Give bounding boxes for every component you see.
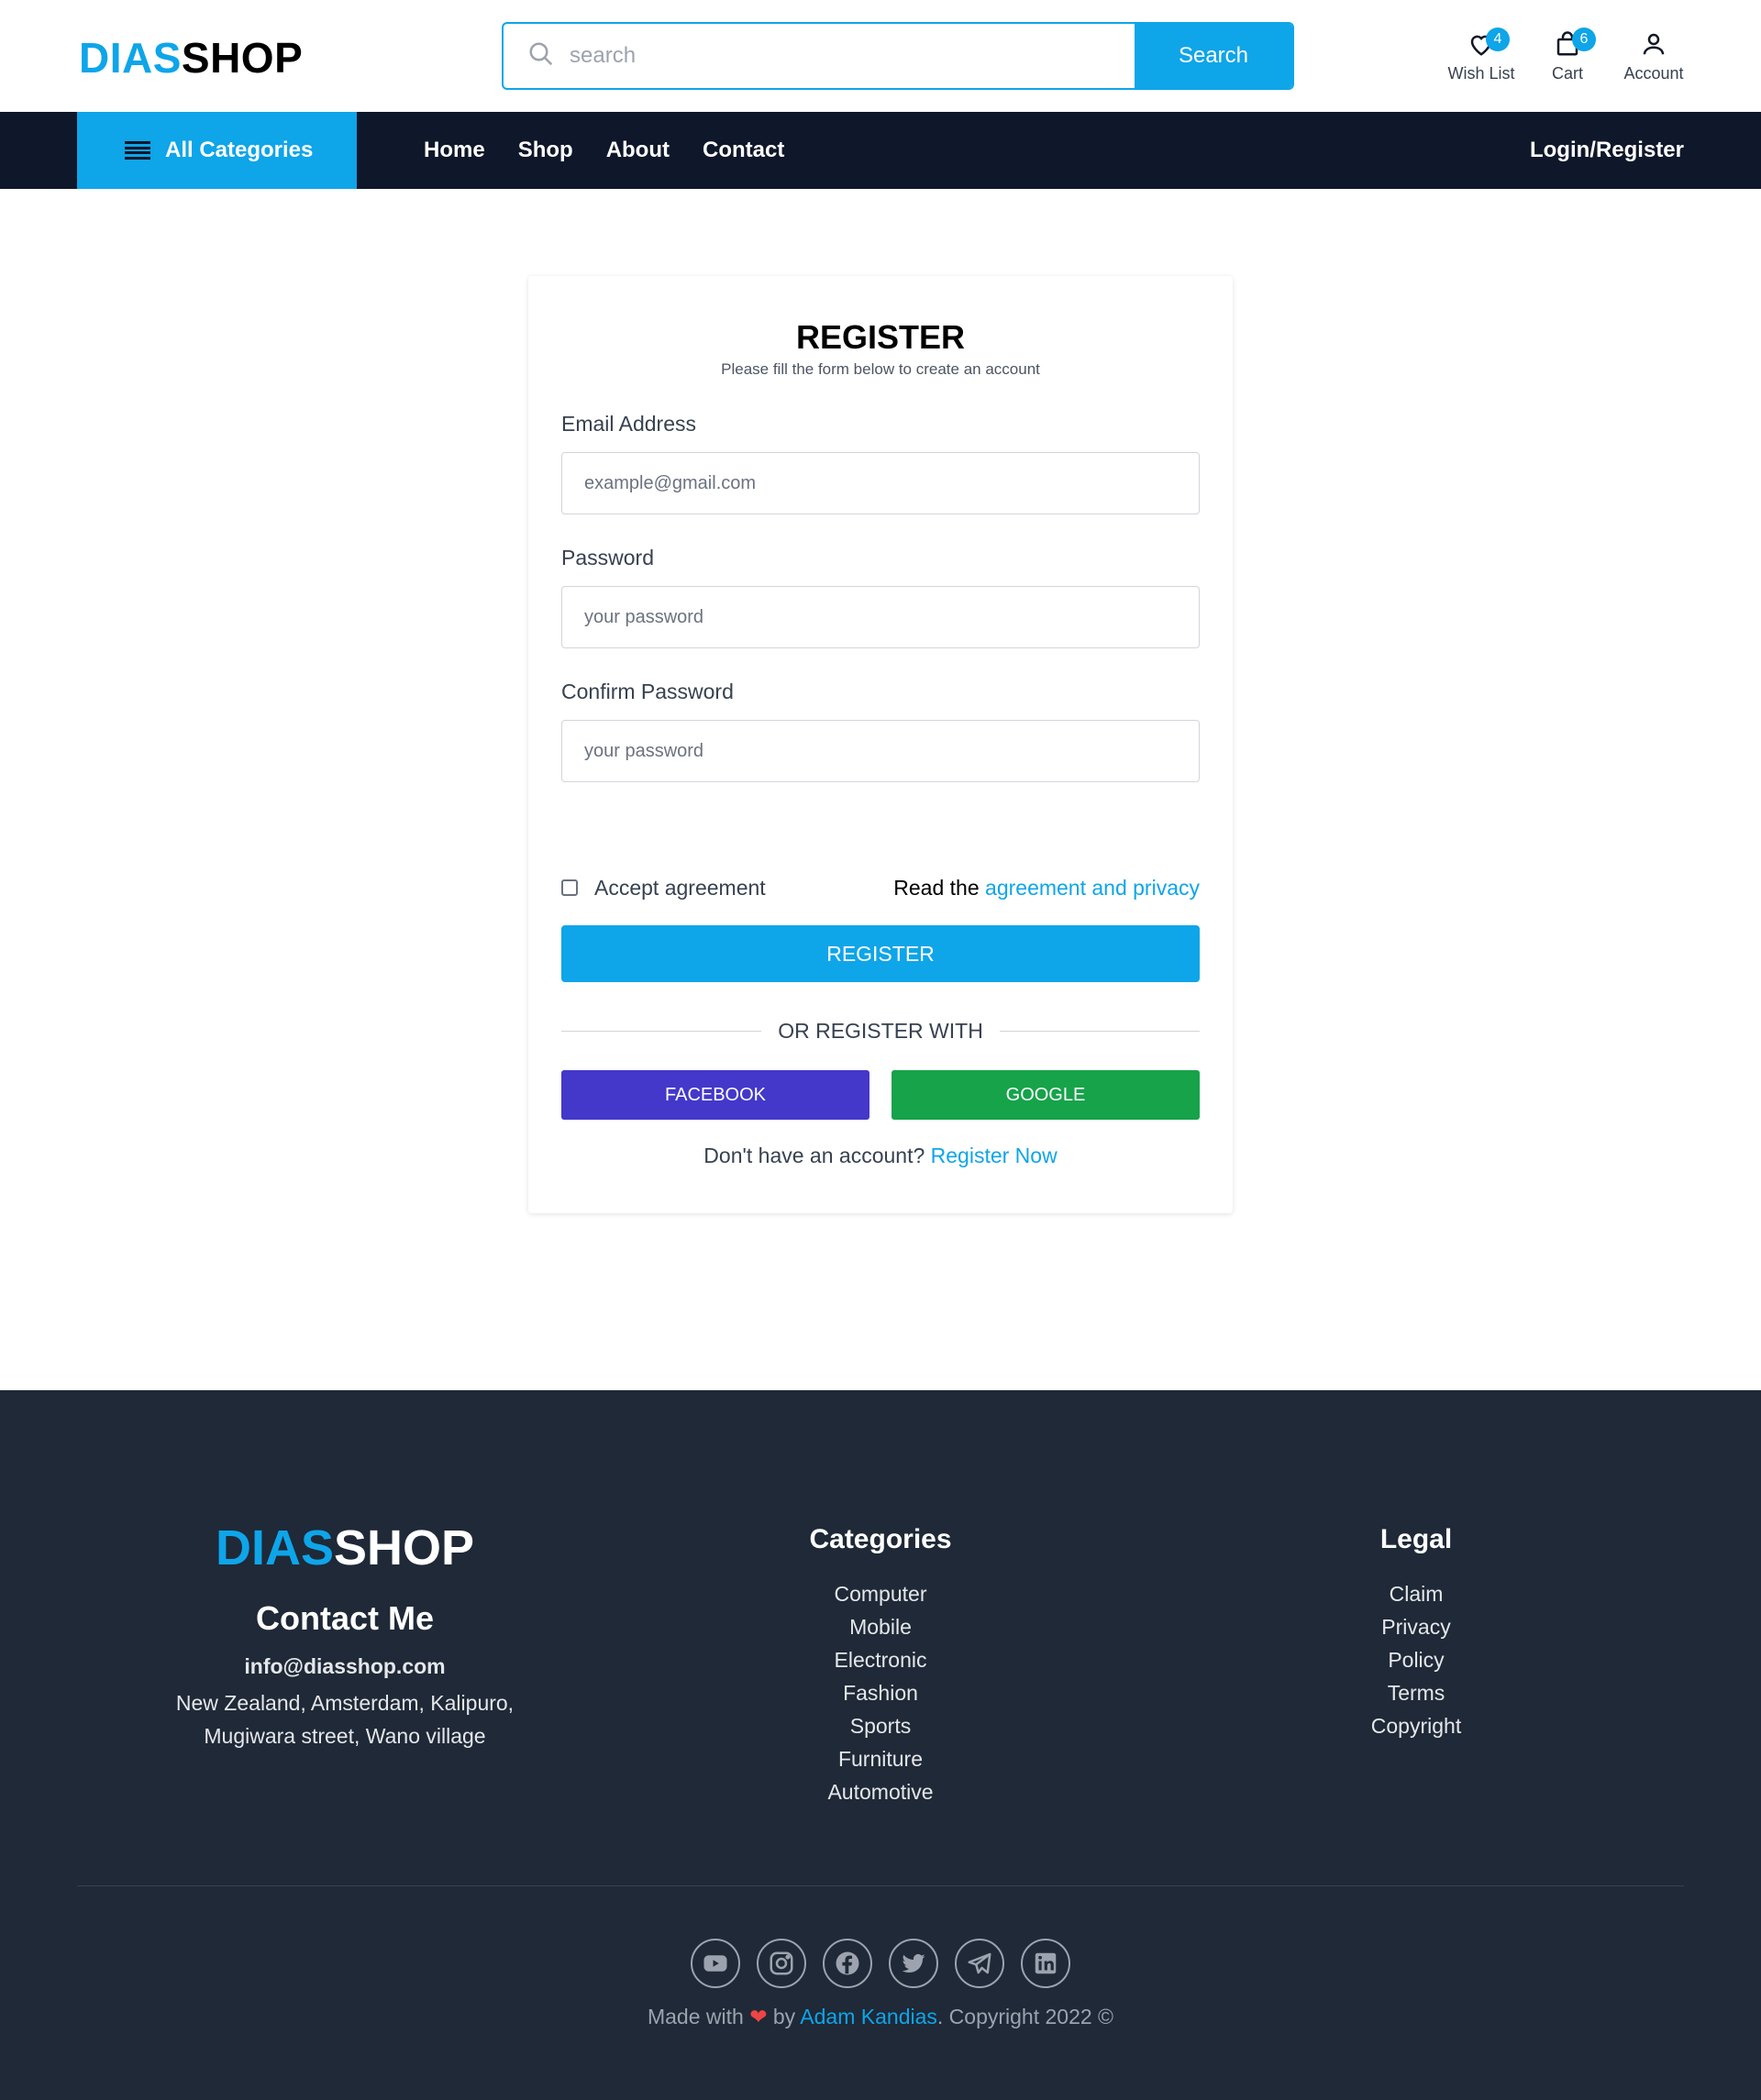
- search-input[interactable]: [570, 43, 1083, 69]
- category-link[interactable]: Electronic: [743, 1643, 1018, 1676]
- legal-list: Claim Privacy Policy Terms Copyright: [1279, 1577, 1554, 1742]
- cart-count-badge: 6: [1572, 28, 1596, 51]
- legal-link[interactable]: Terms: [1279, 1676, 1554, 1709]
- categories-list: Computer Mobile Electronic Fashion Sport…: [743, 1577, 1018, 1808]
- site-header: DIASSHOP Search 4 Wish List 6 Cart: [0, 0, 1761, 112]
- search-icon: [527, 40, 555, 72]
- password-field-box: [561, 586, 1200, 648]
- legal-link[interactable]: Privacy: [1279, 1610, 1554, 1643]
- search-field[interactable]: [504, 24, 1135, 88]
- category-link[interactable]: Mobile: [743, 1610, 1018, 1643]
- register-now-link[interactable]: Register Now: [931, 1144, 1058, 1167]
- agreement-row: Accept agreement Read the agreement and …: [561, 874, 1200, 901]
- confirm-password-field[interactable]: [584, 740, 1199, 762]
- form-subtitle: Please fill the form below to create an …: [721, 360, 1040, 378]
- nav-links: Home Shop About Contact: [424, 112, 784, 189]
- author-link[interactable]: Adam Kandias: [800, 2005, 937, 2028]
- made-by-text: by: [772, 2005, 796, 2028]
- category-link[interactable]: Fashion: [743, 1676, 1018, 1709]
- wishlist-count-badge: 4: [1486, 28, 1510, 51]
- category-link[interactable]: Automotive: [743, 1775, 1018, 1808]
- divider-line: [561, 1031, 762, 1032]
- all-categories-label: All Categories: [165, 138, 314, 162]
- legal-link[interactable]: Policy: [1279, 1643, 1554, 1676]
- category-link[interactable]: Furniture: [743, 1742, 1018, 1775]
- no-account-text: Don't have an account?: [703, 1144, 925, 1167]
- footer-logo-shop: SHOP: [333, 1520, 475, 1575]
- login-register-link[interactable]: Login/Register: [1530, 112, 1684, 189]
- divider-line: [999, 1031, 1200, 1032]
- read-agreement: Read the agreement and privacy: [893, 876, 1200, 901]
- cart-label: Cart: [1551, 64, 1583, 83]
- header-actions: 4 Wish List 6 Cart Account: [1447, 28, 1686, 83]
- footer-categories-column: Categories Computer Mobile Electronic Fa…: [743, 1390, 1018, 1808]
- footer-logo-dias: DIAS: [215, 1520, 334, 1575]
- youtube-icon[interactable]: [691, 1939, 740, 1988]
- agreement-privacy-link[interactable]: agreement and privacy: [985, 876, 1200, 900]
- category-link[interactable]: Computer: [743, 1577, 1018, 1610]
- footer-credit: Made with ❤ by Adam Kandias. Copyright 2…: [0, 2005, 1761, 2029]
- email-field[interactable]: [584, 472, 1199, 494]
- contact-address-line1: New Zealand, Amsterdam, Kalipuro,: [175, 1691, 515, 1715]
- google-register-button[interactable]: GOOGLE: [892, 1070, 1200, 1120]
- site-footer: DIASSHOP Contact Me info@diasshop.com Ne…: [0, 1390, 1761, 2100]
- heart-icon: ❤: [749, 2005, 768, 2028]
- contact-address-line2: Mugiwara street, Wano village: [204, 1724, 486, 1748]
- search-bar: Search: [502, 22, 1294, 90]
- twitter-icon[interactable]: [889, 1939, 938, 1988]
- legal-title: Legal: [1379, 1524, 1453, 1554]
- nav-link-about[interactable]: About: [606, 138, 670, 163]
- contact-title: Contact Me: [255, 1599, 434, 1637]
- legal-link[interactable]: Claim: [1279, 1577, 1554, 1610]
- footer-legal-column: Legal Claim Privacy Policy Terms Copyrig…: [1279, 1390, 1554, 1742]
- all-categories-button[interactable]: All Categories: [77, 112, 357, 189]
- instagram-icon[interactable]: [757, 1939, 806, 1988]
- or-divider: OR REGISTER WITH: [561, 1019, 1200, 1044]
- nav-link-home[interactable]: Home: [424, 138, 485, 163]
- form-title: REGISTER: [795, 318, 966, 356]
- confirm-password-label: Confirm Password: [561, 680, 734, 703]
- wishlist-label: Wish List: [1447, 64, 1515, 83]
- no-account-row: Don't have an account? Register Now: [528, 1144, 1233, 1168]
- telegram-icon[interactable]: [955, 1939, 1004, 1988]
- nav-link-shop[interactable]: Shop: [518, 138, 573, 163]
- accept-agreement-checkbox[interactable]: [561, 879, 578, 896]
- footer-divider: [77, 1885, 1684, 1886]
- made-with-text: Made with: [647, 2005, 744, 2028]
- email-label: Email Address: [561, 412, 697, 436]
- copyright-text: . Copyright 2022 ©: [936, 2005, 1113, 2028]
- password-field[interactable]: [584, 606, 1199, 628]
- register-card: REGISTER Please fill the form below to c…: [528, 276, 1233, 1213]
- confirm-password-field-box: [561, 720, 1200, 782]
- main-nav: All Categories Home Shop About Contact L…: [0, 112, 1761, 189]
- account-label: Account: [1623, 64, 1684, 83]
- contact-email[interactable]: info@diasshop.com: [138, 1654, 552, 1679]
- logo-text-dias: DIAS: [79, 34, 182, 82]
- email-field-box: [561, 452, 1200, 514]
- footer-logo[interactable]: DIASSHOP: [138, 1520, 552, 1575]
- wishlist-link[interactable]: 4 Wish List: [1447, 28, 1515, 83]
- categories-title: Categories: [809, 1524, 952, 1554]
- read-agreement-prefix: Read the: [893, 875, 980, 900]
- accept-agreement-label: Accept agreement: [594, 875, 766, 900]
- register-button[interactable]: REGISTER: [561, 925, 1200, 982]
- logo-text-shop: SHOP: [181, 34, 304, 82]
- facebook-register-button[interactable]: FACEBOOK: [561, 1070, 869, 1120]
- facebook-icon[interactable]: [823, 1939, 872, 1988]
- accept-agreement: Accept agreement: [561, 876, 766, 901]
- footer-contact-column: DIASSHOP Contact Me info@diasshop.com Ne…: [138, 1390, 552, 1752]
- search-button[interactable]: Search: [1135, 24, 1292, 88]
- nav-link-contact[interactable]: Contact: [703, 138, 784, 163]
- or-register-with-text: OR REGISTER WITH: [778, 1019, 983, 1043]
- password-label: Password: [561, 546, 654, 569]
- category-link[interactable]: Sports: [743, 1709, 1018, 1742]
- legal-link[interactable]: Copyright: [1279, 1709, 1554, 1742]
- user-icon: [1640, 28, 1667, 61]
- menu-icon: [125, 141, 150, 160]
- cart-link[interactable]: 6 Cart: [1535, 28, 1600, 83]
- social-links: [0, 1939, 1761, 1988]
- linkedin-icon[interactable]: [1021, 1939, 1070, 1988]
- account-link[interactable]: Account: [1622, 28, 1686, 83]
- site-logo[interactable]: DIASSHOP: [79, 35, 303, 81]
